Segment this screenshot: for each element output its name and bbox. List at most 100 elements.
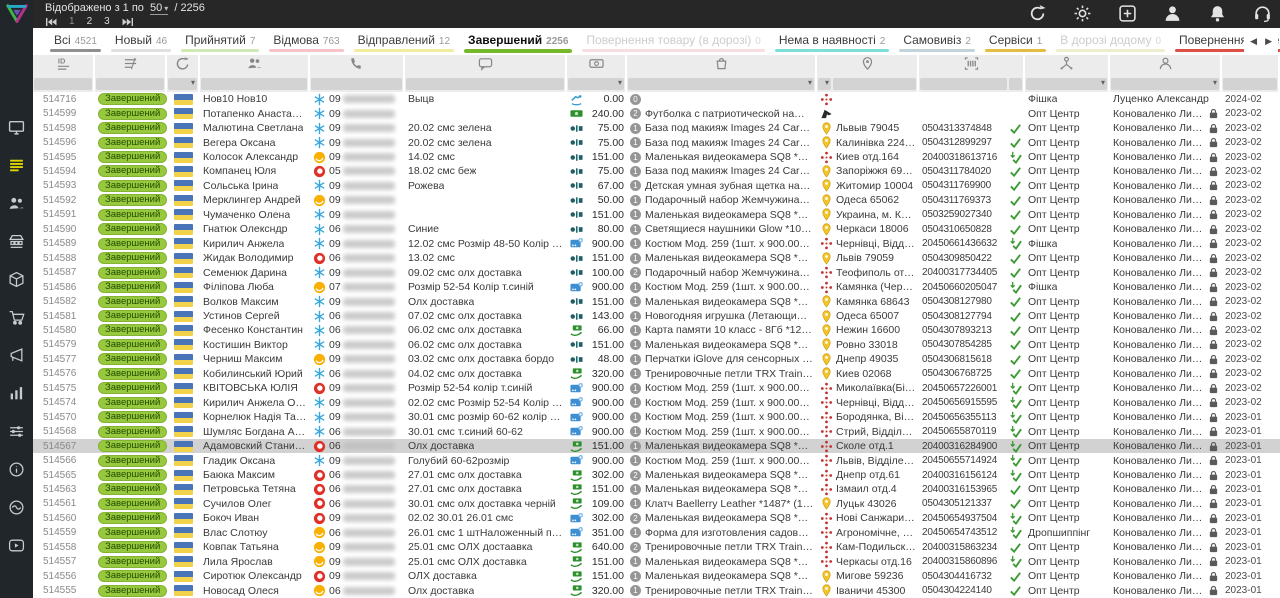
cell-comment[interactable]: 12.02 смс Розмір 48-50 Колір … xyxy=(405,237,567,251)
page-1-button[interactable]: 1 xyxy=(69,16,75,27)
column-header-name[interactable] xyxy=(200,55,310,76)
cell-comment[interactable]: 03.02 смс олх доставка бордо xyxy=(405,352,567,366)
sidebar-item-tuning[interactable] xyxy=(0,412,33,450)
cell-source[interactable] xyxy=(167,294,200,308)
cell-id[interactable]: 514568 xyxy=(33,424,95,438)
cell-payment[interactable]: 48.00 xyxy=(567,352,627,366)
cell-product[interactable]: 1База под макияж Images 24 Car… xyxy=(627,164,817,178)
cell-payment[interactable]: 640.00 xyxy=(567,540,627,554)
cell-product[interactable]: 2Подарочный набор Жемчужина… xyxy=(627,265,817,279)
cell-product[interactable]: 1Маленькая видеокамера SQ8 *… xyxy=(627,482,817,496)
cell-comment[interactable]: 30.01 смс т.синий 60-62 xyxy=(405,424,567,438)
cell-id[interactable]: 514577 xyxy=(33,352,95,366)
cell-source[interactable] xyxy=(167,381,200,395)
cell-phone[interactable]: 09 xyxy=(310,294,405,308)
cell-tracking[interactable]: 0504304224140 xyxy=(919,583,1025,597)
cell-source[interactable] xyxy=(167,135,200,149)
cell-payment[interactable]: 100.00 xyxy=(567,265,627,279)
cell-comment[interactable]: ОЛХ доставка xyxy=(405,569,567,583)
cell-date[interactable]: 2023-02 xyxy=(1222,164,1280,178)
cell-city[interactable]: Луцьк 43026 xyxy=(817,497,919,511)
cell-manager[interactable]: Опт Центр xyxy=(1025,294,1110,308)
cell-name[interactable]: Кирилич Анжела xyxy=(200,237,310,251)
cell-tracking[interactable]: 0504306815618 xyxy=(919,352,1025,366)
cell-source[interactable] xyxy=(167,323,200,337)
cell-name[interactable]: Устинов Сергей xyxy=(200,309,310,323)
cell-date[interactable]: 2023-02 xyxy=(1222,309,1280,323)
order-row-514595[interactable]: 514595ЗавершенийКолосок Александр0914.02… xyxy=(33,150,1280,164)
support-headset-icon[interactable] xyxy=(1253,4,1272,23)
column-header-payment[interactable] xyxy=(567,55,627,76)
cell-source[interactable] xyxy=(167,222,200,236)
cell-name[interactable]: Костишин Виктор xyxy=(200,338,310,352)
cell-product[interactable]: 0 xyxy=(627,92,817,106)
cell-status[interactable]: Завершений xyxy=(95,121,167,135)
cell-name[interactable]: Мерклингер Андрей xyxy=(200,193,310,207)
cell-comment[interactable]: 06.02 смс олх доставка xyxy=(405,323,567,337)
cell-payment[interactable]: 151.00 xyxy=(567,251,627,265)
cell-city[interactable]: Днепр 49035 xyxy=(817,352,919,366)
cell-id[interactable]: 514592 xyxy=(33,193,95,207)
cell-product[interactable]: 1Маленькая видеокамера SQ8 *… xyxy=(627,294,817,308)
cell-source[interactable] xyxy=(167,526,200,540)
cell-city[interactable]: Украина, м. Кар… xyxy=(817,208,919,222)
tab-shipped[interactable]: Відправлений12 xyxy=(349,28,459,55)
cell-status[interactable]: Завершений xyxy=(95,193,167,207)
cell-source[interactable] xyxy=(167,569,200,583)
cell-id[interactable]: 514587 xyxy=(33,265,95,279)
cell-phone[interactable]: 09 xyxy=(310,237,405,251)
order-row-514557[interactable]: 514557ЗавершенийЛила Ярослав0925.01 смс … xyxy=(33,555,1280,569)
cell-client[interactable]: Коноваленко Ли… xyxy=(1110,237,1222,251)
cell-tracking[interactable]: 0504307854285 xyxy=(919,338,1025,352)
column-header-tracking[interactable] xyxy=(919,55,1025,76)
cell-comment[interactable]: 06.02 смс олх доставка xyxy=(405,338,567,352)
cell-id[interactable]: 514580 xyxy=(33,323,95,337)
cell-product[interactable]: 1Костюм Мод. 259 (1шт. x 900.00… xyxy=(627,453,817,467)
cell-city[interactable]: Ровно 33018 xyxy=(817,338,919,352)
cell-payment[interactable]: 143.00 xyxy=(567,309,627,323)
cell-manager[interactable]: Опт Центр xyxy=(1025,208,1110,222)
cell-name[interactable]: Сольська Ірина xyxy=(200,179,310,193)
tab-return-transit[interactable]: Повернення товару (в дорозі)0 xyxy=(577,28,769,55)
cell-date[interactable]: 2023-02 xyxy=(1222,280,1280,294)
cell-phone[interactable]: 06 xyxy=(310,323,405,337)
sidebar-item-purchases[interactable] xyxy=(0,298,33,336)
cell-phone[interactable]: 09 xyxy=(310,121,405,135)
cell-payment[interactable]: 302.00 xyxy=(567,468,627,482)
cell-client[interactable]: Луценко Александр xyxy=(1110,92,1222,106)
cell-manager[interactable]: Опт Центр xyxy=(1025,150,1110,164)
cell-city[interactable]: Львів, Відділен… xyxy=(817,453,919,467)
cell-comment[interactable]: 02.02 смс Розмір 52-54 Колір … xyxy=(405,396,567,410)
cell-source[interactable] xyxy=(167,208,200,222)
column-header-manager[interactable] xyxy=(1025,55,1110,76)
cell-id[interactable]: 514557 xyxy=(33,555,95,569)
cell-city[interactable]: Киев 02068 xyxy=(817,367,919,381)
order-row-514568[interactable]: 514568ЗавершенийШумляс Богдана Ан…0630.0… xyxy=(33,424,1280,438)
cell-manager[interactable]: Опт Центр xyxy=(1025,193,1110,207)
cell-id[interactable]: 514594 xyxy=(33,164,95,178)
cell-phone[interactable]: 06 xyxy=(310,251,405,265)
cell-phone[interactable]: 05 xyxy=(310,164,405,178)
cell-comment[interactable]: 14.02 смс xyxy=(405,150,567,164)
order-row-514556[interactable]: 514556ЗавершенийСиротюк Олександр09ОЛХ д… xyxy=(33,569,1280,583)
filter-id[interactable] xyxy=(34,78,92,90)
tab-accepted[interactable]: Прийнятий7 xyxy=(176,28,264,55)
cell-comment[interactable]: Синие xyxy=(405,222,567,236)
cell-name[interactable]: Малютина Светлана xyxy=(200,121,310,135)
cell-source[interactable] xyxy=(167,237,200,251)
cell-manager[interactable]: Опт Центр xyxy=(1025,569,1110,583)
cell-manager[interactable]: Опт Центр xyxy=(1025,439,1110,453)
cell-date[interactable]: 2023-01 xyxy=(1222,540,1280,554)
cell-product[interactable]: 1Форма для изготовления садов… xyxy=(627,526,817,540)
cell-id[interactable]: 514591 xyxy=(33,208,95,222)
cell-id[interactable]: 514565 xyxy=(33,468,95,482)
cell-city[interactable]: Мигове 59236 xyxy=(817,569,919,583)
filter-status[interactable] xyxy=(96,78,164,90)
cell-phone[interactable]: 06 xyxy=(310,482,405,496)
cell-name[interactable]: Шумляс Богдана Ан… xyxy=(200,424,310,438)
sidebar-item-statistics[interactable] xyxy=(0,374,33,412)
cell-comment[interactable]: 04.02 смс олх доставка xyxy=(405,367,567,381)
cell-tracking[interactable]: 20400317734405 xyxy=(919,265,1025,279)
cell-tracking[interactable] xyxy=(919,106,1025,120)
cell-status[interactable]: Завершений xyxy=(95,540,167,554)
